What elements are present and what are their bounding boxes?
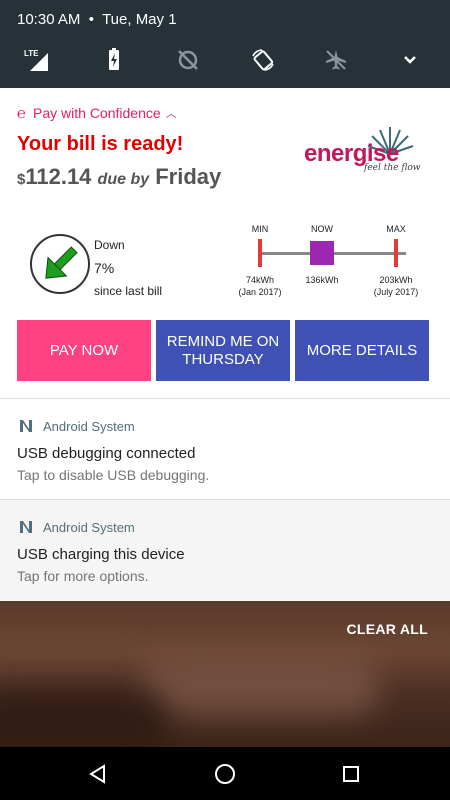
airplane-mode-icon[interactable] [320,44,352,76]
notification-app-row: Android System [17,518,135,536]
range-min-date: (Jan 2017) [238,287,282,297]
range-min-marker [258,239,262,267]
status-separator: • [84,11,99,28]
status-date: Tue, May 1 [102,11,177,28]
notification-app-row: Android System [17,417,135,435]
range-min-value: 74kWh (Jan 2017) [225,274,295,298]
due-day: Friday [155,164,222,189]
home-icon[interactable] [211,760,239,788]
navigation-bar [0,747,450,800]
usb-debugging-notification[interactable]: Android System USB debugging connected T… [0,399,450,499]
trend-circle [30,234,90,294]
back-icon[interactable] [84,760,112,788]
trend-since: since last bill [94,284,163,298]
wallpaper-area: CLEAR ALL [0,601,450,747]
arrow-down-right-icon [45,246,78,279]
quick-settings-icons: LTE [0,44,450,76]
usage-range: MIN NOW MAX 74kWh (Jan 2017) 136kWh 203k… [230,216,430,298]
android-system-icon [20,420,32,432]
app-name: Pay with Confidence [33,105,161,121]
range-max-date: (July 2017) [373,287,419,297]
status-datetime: 10:30 AM • Tue, May 1 [17,11,177,28]
expand-icon[interactable] [394,44,426,76]
svg-text:LTE: LTE [24,49,39,58]
notification-shade: ℮ Pay with Confidence ︿ Your bill is rea… [0,88,450,601]
pay-now-button[interactable]: PAY NOW [17,320,151,381]
amount-value: 112.14 [25,164,92,189]
range-max-marker [394,239,398,267]
app-header[interactable]: ℮ Pay with Confidence ︿ [17,103,177,123]
due-text: due by [97,171,150,188]
bill-title: Your bill is ready! [17,133,184,155]
energise-app-icon: ℮ [17,103,27,122]
range-min-kwh: 74kWh [245,275,274,285]
notification-title: USB debugging connected [17,445,196,462]
more-details-button[interactable]: MORE DETAILS [295,320,429,381]
notification-text: Tap to disable USB debugging. [17,467,210,483]
range-max-kwh: 203kWh [379,275,413,285]
energise-logo: energise feel the flow [302,126,422,174]
notification-app-name: Android System [43,519,135,535]
range-now-value: 136kWh [287,274,357,286]
range-max-label: MAX [386,224,406,234]
notification-actions: PAY NOW REMIND ME ON THURSDAY MORE DETAI… [17,320,429,381]
notification-title: USB charging this device [17,546,185,563]
range-min-label: MIN [251,224,269,234]
remind-thursday-button[interactable]: REMIND ME ON THURSDAY [156,320,290,381]
range-now-label: NOW [311,224,333,234]
trend-direction: Down [94,238,125,252]
android-system-icon [20,521,32,533]
wallpaper-blur [140,656,380,716]
recents-icon[interactable] [337,760,365,788]
range-now-marker [310,241,334,265]
range-now-kwh: 136kWh [305,275,339,285]
trend-percent: 7% [94,260,115,276]
chevron-up-icon[interactable]: ︿ [166,105,177,121]
status-time: 10:30 AM [17,11,81,28]
notification-text: Tap for more options. [17,568,149,584]
trend-text: Down 7% since last bill [94,234,194,303]
usb-charging-notification[interactable]: Android System USB charging this device … [0,500,450,601]
range-max-value: 203kWh (July 2017) [361,274,431,298]
bill-amount: $112.14 due by Friday [17,164,221,190]
wallpaper-blur [0,691,170,747]
lte-signal-icon[interactable]: LTE [21,44,53,76]
quick-settings-header: 10:30 AM • Tue, May 1 LTE [0,0,450,88]
auto-rotate-icon[interactable] [247,44,279,76]
notification-app-name: Android System [43,418,135,434]
logo-tagline: feel the flow [364,163,421,173]
battery-charging-icon[interactable] [98,44,130,76]
clear-all-button[interactable]: CLEAR ALL [346,621,428,637]
data-saver-off-icon[interactable] [172,44,204,76]
